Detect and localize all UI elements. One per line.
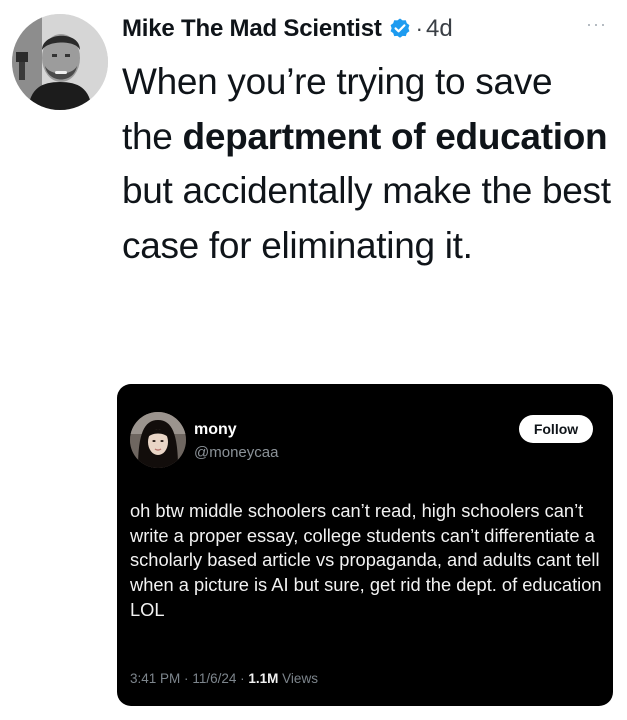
more-options-icon[interactable]: ··· <box>586 14 607 35</box>
meta-separator: · <box>240 671 245 686</box>
quoted-post-text: oh btw middle schoolers can’t read, high… <box>130 500 602 620</box>
quoted-post-card[interactable]: mony @moneycaa Follow oh btw middle scho… <box>117 384 613 706</box>
quoted-post-time[interactable]: 3:41 PM <box>130 671 180 686</box>
author-avatar[interactable] <box>12 14 108 110</box>
views-count: 1.1M <box>248 671 279 686</box>
views-label: Views <box>282 671 318 686</box>
author-name[interactable]: Mike The Mad Scientist <box>122 15 382 43</box>
author-avatar-image <box>12 14 108 110</box>
header-separator: · <box>415 16 423 41</box>
quoted-post-meta: 3:41 PM · 11/6/24 · 1.1M Views <box>130 671 318 686</box>
meta-separator: · <box>184 671 189 686</box>
verified-badge-icon <box>388 17 412 41</box>
follow-button[interactable]: Follow <box>519 415 593 443</box>
quoted-author-avatar[interactable] <box>130 412 186 468</box>
quoted-handle[interactable]: @moneycaa <box>194 444 278 461</box>
quoted-author-avatar-image <box>130 412 186 468</box>
quoted-display-name[interactable]: mony <box>194 421 237 439</box>
tweet-header: Mike The Mad Scientist · 4d ··· <box>122 12 607 46</box>
tweet-timestamp[interactable]: 4d <box>426 15 453 43</box>
quoted-post-date[interactable]: 11/6/24 <box>192 671 236 686</box>
tweet-text-part: but accidentally make the best case for … <box>122 170 611 266</box>
tweet-text-bold-part: department of education <box>182 115 608 157</box>
tweet-text: When you’re trying to save the departmen… <box>122 55 612 273</box>
